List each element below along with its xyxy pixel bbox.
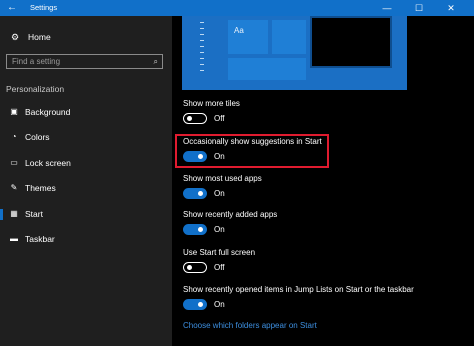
toggle-full-screen[interactable] xyxy=(183,262,207,273)
sidebar-item-colors[interactable]: ◔ Colors xyxy=(0,129,172,145)
preview-tile-text: Aa xyxy=(234,26,244,35)
start-preview-image: Aa xyxy=(182,16,407,90)
sidebar-item-lock-screen[interactable]: ▭ Lock screen xyxy=(0,155,172,171)
window-title: Settings xyxy=(30,3,58,12)
preview-desktop xyxy=(310,16,392,68)
toggle-state-full-screen: Off xyxy=(214,263,225,272)
toggle-knob xyxy=(187,116,192,121)
sidebar-item-start[interactable]: ▦ Start xyxy=(0,206,172,222)
home-nav-item[interactable]: ⚙ Home xyxy=(8,30,51,44)
sidebar-item-label: Lock screen xyxy=(25,158,71,168)
maximize-button[interactable]: ☐ xyxy=(404,0,434,16)
content-pane: Aa Show more tiles Off Occasionally show… xyxy=(172,16,474,346)
setting-label-full-screen: Use Start full screen xyxy=(183,248,256,257)
sidebar-item-label: Colors xyxy=(25,132,50,142)
toggle-knob xyxy=(198,302,203,307)
selected-indicator xyxy=(0,209,3,220)
toggle-state-suggestions: On xyxy=(214,152,225,161)
search-input[interactable]: Find a setting ⌕ xyxy=(6,54,163,69)
toggle-state-most-used: On xyxy=(214,189,225,198)
sidebar: ⚙ Home Find a setting ⌕ Personalization ▣… xyxy=(0,16,172,346)
choose-folders-link[interactable]: Choose which folders appear on Start xyxy=(183,321,317,330)
minimize-button[interactable]: — xyxy=(372,0,402,16)
title-bar: ← Settings — ☐ ✕ xyxy=(0,0,474,16)
palette-icon: ◔ xyxy=(11,132,17,141)
toggle-state-more-tiles: Off xyxy=(214,114,225,123)
search-icon[interactable]: ⌕ xyxy=(154,55,158,68)
section-title: Personalization xyxy=(6,84,65,94)
preview-app-list xyxy=(200,22,204,76)
toggle-state-recently-added: On xyxy=(214,225,225,234)
toggle-suggestions[interactable] xyxy=(183,151,207,162)
setting-label-more-tiles: Show more tiles xyxy=(183,99,240,108)
toggle-knob xyxy=(187,265,192,270)
taskbar-icon: ▬ xyxy=(10,234,18,243)
sidebar-item-label: Taskbar xyxy=(25,234,55,244)
setting-label-suggestions: Occasionally show suggestions in Start xyxy=(183,137,322,146)
home-label: Home xyxy=(28,32,51,42)
toggle-recently-added[interactable] xyxy=(183,224,207,235)
sidebar-item-themes[interactable]: ✎ Themes xyxy=(0,180,172,196)
sidebar-item-label: Background xyxy=(25,107,71,117)
sidebar-item-label: Start xyxy=(25,209,43,219)
picture-icon: ▣ xyxy=(10,107,18,116)
toggle-knob xyxy=(198,154,203,159)
sidebar-item-taskbar[interactable]: ▬ Taskbar xyxy=(0,231,172,247)
sidebar-item-label: Themes xyxy=(25,183,56,193)
toggle-state-jump-lists: On xyxy=(214,300,225,309)
setting-label-most-used: Show most used apps xyxy=(183,174,262,183)
toggle-most-used[interactable] xyxy=(183,188,207,199)
toggle-jump-lists[interactable] xyxy=(183,299,207,310)
setting-label-recently-added: Show recently added apps xyxy=(183,210,278,219)
lock-screen-icon: ▭ xyxy=(10,158,18,167)
preview-tile xyxy=(272,20,306,54)
brush-icon: ✎ xyxy=(10,183,18,192)
toggle-more-tiles[interactable] xyxy=(183,113,207,124)
toggle-knob xyxy=(198,227,203,232)
preview-tile xyxy=(228,58,306,80)
sidebar-item-background[interactable]: ▣ Background xyxy=(0,104,172,120)
start-icon: ▦ xyxy=(10,209,18,218)
back-arrow-icon[interactable]: ← xyxy=(0,0,24,16)
toggle-knob xyxy=(198,191,203,196)
close-button[interactable]: ✕ xyxy=(436,0,466,16)
search-placeholder: Find a setting xyxy=(12,57,61,66)
gear-icon: ⚙ xyxy=(10,32,20,42)
setting-label-jump-lists: Show recently opened items in Jump Lists… xyxy=(183,285,414,294)
